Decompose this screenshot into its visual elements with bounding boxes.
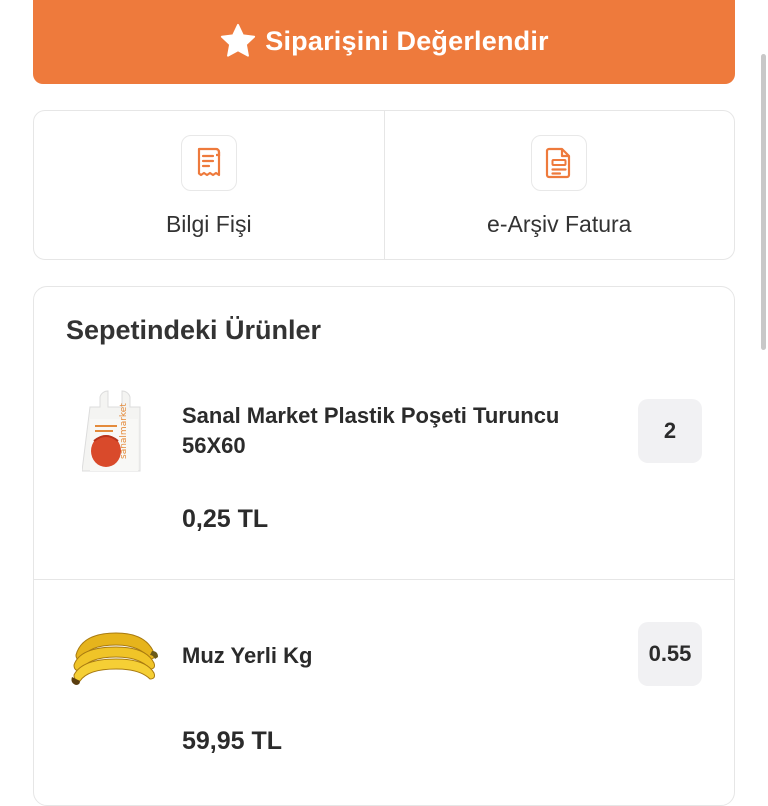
documents-card: Bilgi Fişi e-Arşiv Fatura [33,110,735,260]
product-name: Muz Yerli Kg [182,643,313,668]
e-archive-invoice-button[interactable]: e-Arşiv Fatura [383,111,735,259]
quantity-box[interactable]: 2 [638,399,702,463]
scrollbar[interactable] [761,54,766,350]
basket-title: Sepetindeki Ürünler [66,315,322,345]
quantity-box[interactable]: 0.55 [638,622,702,686]
document-icon [531,135,588,191]
banana-image [70,611,160,701]
product-name: Sanal Market Plastik Poşeti Turuncu 56X6… [182,403,560,458]
star-icon [219,22,257,60]
info-receipt-label: Bilgi Fişi [165,211,252,237]
rate-order-button[interactable]: Siparişini Değerlendir [33,0,735,84]
product-price: 0,25 TL [182,505,269,533]
e-archive-invoice-label: e-Arşiv Fatura [487,211,632,237]
receipt-icon [180,135,237,191]
rate-order-label: Siparişini Değerlendir [265,25,549,56]
plastic-bag-image: sanalmarket [70,387,160,477]
svg-text:sanalmarket: sanalmarket [119,403,129,459]
product-price: 59,95 TL [182,727,283,755]
divider [34,579,734,580]
info-receipt-button[interactable]: Bilgi Fişi [34,111,384,259]
basket-card: Sepetindeki Ürünler sanalmarket Sanal Ma… [33,286,735,806]
